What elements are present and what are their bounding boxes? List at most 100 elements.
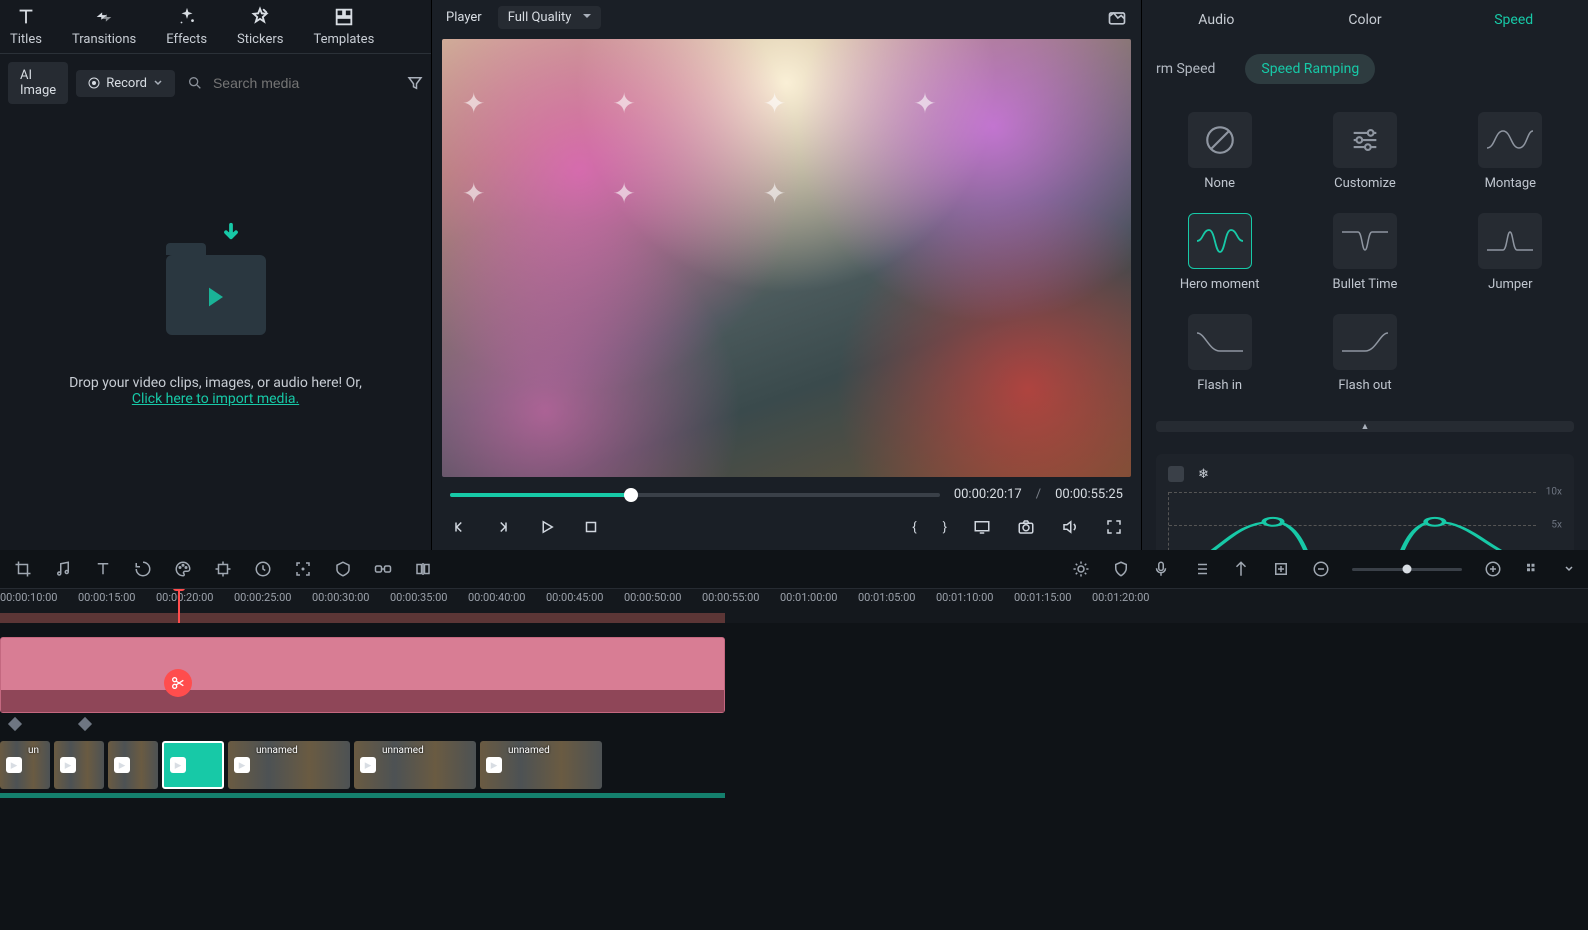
marker-icon[interactable] [1232, 560, 1250, 578]
fullscreen-icon[interactable] [1105, 518, 1123, 536]
tab-stickers[interactable]: Stickers [237, 6, 283, 47]
preset-customize-label: Customize [1299, 176, 1430, 191]
search-input[interactable] [213, 75, 394, 91]
hero-icon [1195, 224, 1245, 258]
quality-dropdown[interactable]: Full Quality [498, 6, 602, 29]
music-icon[interactable] [54, 560, 72, 578]
ruler-tick: 00:00:35:00 [390, 591, 447, 604]
link-icon[interactable] [374, 560, 392, 578]
tracks-options-icon[interactable] [1564, 564, 1574, 574]
video-clip[interactable]: ▸un [0, 741, 50, 789]
record-button[interactable]: Record [76, 70, 175, 97]
preset-flashin[interactable]: Flash in [1154, 314, 1285, 393]
marker[interactable] [8, 717, 22, 731]
tab-speed[interactable]: Speed [1439, 0, 1588, 40]
video-clip[interactable]: ▸unnamed [354, 741, 476, 789]
preset-flashin-label: Flash in [1154, 378, 1285, 393]
stop-button[interactable] [582, 518, 600, 536]
folder-icon [166, 255, 266, 335]
speed-graph[interactable]: ❄ 10x 5x 1x 0.5x 0.1x [1156, 454, 1574, 550]
preset-flashout[interactable]: Flash out [1299, 314, 1430, 393]
preset-hero[interactable]: Hero moment [1154, 213, 1285, 292]
tab-audio[interactable]: Audio [1142, 0, 1291, 40]
record-icon [88, 77, 100, 89]
video-clip[interactable]: ▸ [54, 741, 104, 789]
tab-color[interactable]: Color [1291, 0, 1440, 40]
preset-none[interactable]: None [1154, 112, 1285, 191]
tab-titles[interactable]: Titles [10, 6, 42, 47]
keyframe-icon[interactable] [1272, 560, 1290, 578]
shield-icon[interactable] [1112, 560, 1130, 578]
clip-play-icon: ▸ [170, 757, 186, 773]
tab-effects[interactable]: Effects [166, 6, 207, 47]
display-icon[interactable] [973, 518, 991, 536]
ruler-tick: 00:00:45:00 [546, 591, 603, 604]
import-link[interactable]: Click here to import media. [132, 391, 299, 407]
speed-icon[interactable] [254, 560, 272, 578]
mic-icon[interactable] [1152, 560, 1170, 578]
audio-track[interactable] [0, 793, 725, 798]
clip-play-icon: ▸ [114, 757, 130, 773]
subtab-ramping[interactable]: Speed Ramping [1245, 54, 1375, 84]
effect-clip[interactable] [0, 637, 725, 713]
ruler-tick: 00:00:55:00 [702, 591, 759, 604]
mark-out-button[interactable]: } [943, 520, 947, 535]
subtab-uniform[interactable]: rm Speed [1156, 61, 1215, 77]
tab-effects-label: Effects [166, 32, 207, 47]
preset-jumper[interactable]: Jumper [1445, 213, 1576, 292]
video-clip-selected[interactable]: ▸ [162, 741, 224, 789]
search-media[interactable] [183, 75, 398, 91]
mask-icon[interactable] [334, 560, 352, 578]
crop-icon[interactable] [14, 560, 32, 578]
snapshot-icon[interactable] [1107, 8, 1127, 28]
text-tool-icon[interactable] [94, 560, 112, 578]
video-clip[interactable]: ▸unnamed [480, 741, 602, 789]
collapse-handle[interactable]: ▲ [1156, 421, 1574, 432]
none-icon [1203, 123, 1237, 157]
marker[interactable] [78, 717, 92, 731]
tab-transitions[interactable]: Transitions [72, 6, 136, 47]
palette-icon[interactable] [174, 560, 192, 578]
transform-icon[interactable] [214, 560, 232, 578]
split-scissors-icon[interactable] [164, 669, 192, 697]
marker-track [0, 719, 1588, 733]
play-button[interactable] [538, 518, 556, 536]
tab-titles-label: Titles [10, 32, 42, 47]
preset-hero-label: Hero moment [1154, 277, 1285, 292]
tab-color-label: Color [1348, 12, 1381, 28]
playhead[interactable] [178, 589, 180, 623]
adjust-icon[interactable] [1072, 560, 1090, 578]
rotate-icon[interactable] [134, 560, 152, 578]
dropzone[interactable]: Drop your video clips, images, or audio … [0, 112, 431, 550]
next-frame-button[interactable] [494, 518, 512, 536]
filter-icon[interactable] [406, 74, 424, 92]
video-clip[interactable]: ▸ [108, 741, 158, 789]
freeze-checkbox[interactable] [1168, 466, 1184, 482]
mark-in-button[interactable]: { [912, 520, 916, 535]
progress-slider[interactable] [450, 493, 940, 497]
clip-play-icon: ▸ [6, 757, 22, 773]
focus-icon[interactable] [294, 560, 312, 578]
zoom-out-icon[interactable] [1312, 560, 1330, 578]
video-clip[interactable]: ▸unnamed [228, 741, 350, 789]
timeline-ruler[interactable]: 00:00:10:00 00:00:15:00 00:00:20:00 00:0… [0, 589, 1588, 623]
quality-value: Full Quality [508, 10, 572, 25]
effect-track [0, 637, 1588, 713]
zoom-slider[interactable] [1352, 568, 1462, 571]
list-icon[interactable] [1192, 560, 1210, 578]
track-area[interactable]: ▸un ▸ ▸ ▸ ▸unnamed ▸unnamed ▸unnamed [0, 623, 1588, 930]
volume-icon[interactable] [1061, 518, 1079, 536]
camera-icon[interactable] [1017, 518, 1035, 536]
split-icon[interactable] [414, 560, 432, 578]
preset-bullet[interactable]: Bullet Time [1299, 213, 1430, 292]
zoom-in-icon[interactable] [1484, 560, 1502, 578]
preset-montage[interactable]: Montage [1445, 112, 1576, 191]
ai-image-button[interactable]: AI Image [8, 62, 68, 104]
prev-frame-button[interactable] [450, 518, 468, 536]
tab-templates[interactable]: Templates [313, 6, 374, 47]
ruler-tick: 00:00:25:00 [234, 591, 291, 604]
preview-viewport[interactable] [442, 39, 1131, 477]
tracks-view-icon[interactable] [1524, 560, 1542, 578]
ramp-curve[interactable] [1169, 492, 1562, 550]
preset-customize[interactable]: Customize [1299, 112, 1430, 191]
